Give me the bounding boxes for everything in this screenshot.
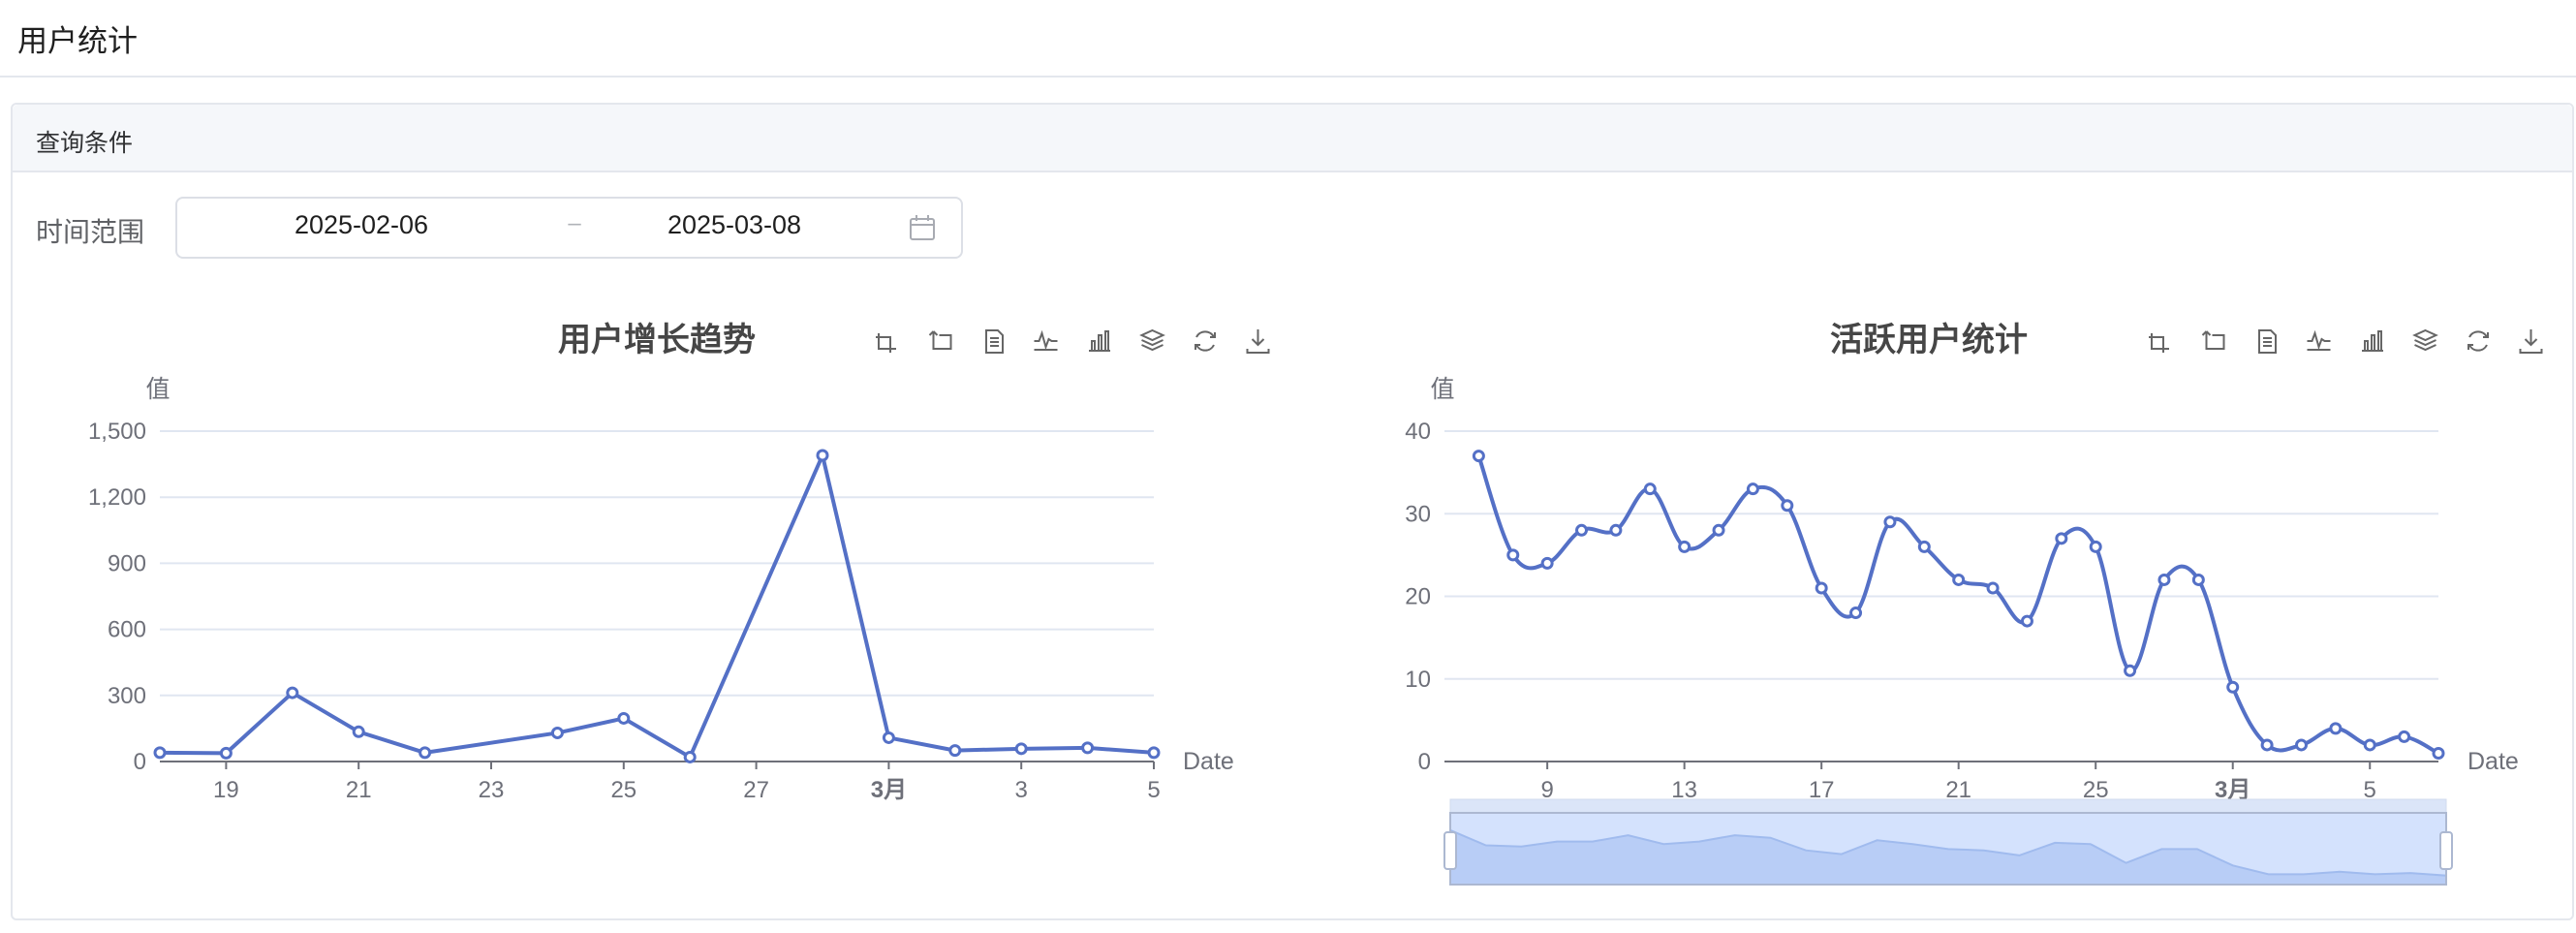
- datazoom-selection: [1449, 812, 2447, 886]
- data-point[interactable]: [1540, 556, 1554, 570]
- y-tick-label: 1,500: [88, 419, 146, 445]
- toolbar-stack-icon[interactable]: [1135, 324, 1170, 358]
- data-point[interactable]: [219, 746, 233, 760]
- x-axis-name: Date: [2467, 748, 2519, 775]
- data-point[interactable]: [2055, 532, 2068, 545]
- data-point[interactable]: [1643, 482, 1657, 496]
- page-title: 用户统计: [17, 24, 138, 58]
- datazoom-handle-right[interactable]: [2439, 831, 2453, 870]
- data-point[interactable]: [1472, 450, 1485, 463]
- x-tick-label: 23: [479, 777, 505, 803]
- data-point[interactable]: [2398, 730, 2411, 743]
- data-point[interactable]: [1678, 540, 1691, 553]
- data-point[interactable]: [683, 750, 697, 763]
- data-point[interactable]: [2089, 540, 2102, 553]
- toolbar-line-switch-icon[interactable]: [2303, 324, 2338, 358]
- data-point[interactable]: [153, 746, 167, 760]
- series-line: [159, 453, 1155, 760]
- x-axis-name: Date: [1183, 748, 1234, 775]
- y-axis-name: 值: [1430, 376, 1454, 403]
- x-tick-label: 3: [1015, 777, 1028, 803]
- toolbar-zoom-icon[interactable]: [871, 324, 906, 358]
- data-point[interactable]: [286, 686, 299, 700]
- data-point[interactable]: [617, 711, 631, 725]
- y-tick-label: 300: [108, 683, 146, 709]
- chart-title: 活跃用户统计: [1830, 322, 2028, 358]
- data-point[interactable]: [419, 746, 432, 760]
- x-tick-label: 3月: [871, 777, 907, 803]
- data-point[interactable]: [1609, 523, 1623, 537]
- data-point[interactable]: [1986, 581, 2000, 595]
- data-point[interactable]: [1081, 741, 1095, 755]
- toolbar-restore-icon[interactable]: [1188, 324, 1223, 358]
- data-point[interactable]: [1575, 523, 1589, 537]
- data-point[interactable]: [1147, 746, 1161, 760]
- data-point[interactable]: [1815, 581, 1828, 595]
- data-point[interactable]: [1506, 548, 1520, 562]
- active-users-chart: 活跃用户统计值Date0102030409 13 17 21 25 3月 5: [1405, 322, 2549, 886]
- toolbar-data-view-icon[interactable]: [977, 324, 1011, 358]
- toolbar-download-icon[interactable]: [1241, 324, 1276, 358]
- toolbar-data-view-icon[interactable]: [2250, 324, 2284, 358]
- y-tick-label: 0: [134, 749, 146, 775]
- y-tick-label: 0: [1418, 749, 1431, 775]
- x-tick-label: 25: [610, 777, 636, 803]
- y-tick-label: 40: [1405, 419, 1431, 445]
- data-point[interactable]: [2226, 680, 2240, 694]
- y-tick-label: 30: [1405, 501, 1431, 527]
- y-tick-label: 10: [1405, 667, 1431, 693]
- data-point[interactable]: [550, 726, 564, 739]
- toolbar-zoom-icon[interactable]: [2144, 324, 2179, 358]
- data-point[interactable]: [1746, 482, 1759, 496]
- data-point[interactable]: [2191, 573, 2205, 586]
- chart-title: 用户增长趋势: [558, 322, 756, 358]
- user-growth-chart: 用户增长趋势值 Date 0 300 600 900 1,200 1,500 19 21 23 25 2…: [88, 322, 1276, 803]
- data-point[interactable]: [1849, 606, 1863, 620]
- data-point[interactable]: [2329, 722, 2343, 735]
- x-tick-label: 21: [346, 777, 372, 803]
- toolbar-zoom-reset-icon[interactable]: [924, 324, 959, 358]
- x-tick-label: 5: [1147, 777, 1160, 803]
- data-point[interactable]: [1917, 540, 1931, 553]
- data-point[interactable]: [1712, 523, 1725, 537]
- datazoom-handle-left[interactable]: [1443, 831, 1457, 870]
- data-point[interactable]: [2020, 614, 2033, 628]
- toolbar-stack-icon[interactable]: [2408, 324, 2443, 358]
- data-point[interactable]: [1952, 573, 1966, 586]
- data-point[interactable]: [2363, 738, 2376, 752]
- y-tick-label: 20: [1405, 584, 1431, 610]
- data-point[interactable]: [1781, 499, 1794, 513]
- x-tick-label: 19: [213, 777, 239, 803]
- query-card: 查询条件 时间范围 2025-02-06 – 2025-03-08 用户增长趋势…: [11, 103, 2574, 920]
- data-point[interactable]: [2432, 746, 2445, 760]
- data-point[interactable]: [2157, 573, 2171, 586]
- data-point[interactable]: [948, 744, 962, 758]
- toolbar-restore-icon[interactable]: [2461, 324, 2496, 358]
- data-point[interactable]: [1883, 515, 1897, 529]
- y-axis-name: 值: [145, 376, 170, 403]
- toolbar-line-switch-icon[interactable]: [1030, 324, 1065, 358]
- data-point[interactable]: [2260, 738, 2274, 752]
- data-point[interactable]: [816, 449, 829, 462]
- toolbar-bar-switch-icon[interactable]: [1082, 324, 1117, 358]
- toolbar-download-icon[interactable]: [2514, 324, 2549, 358]
- y-tick-label: 900: [108, 550, 146, 576]
- data-point[interactable]: [352, 725, 365, 738]
- data-point[interactable]: [1014, 742, 1028, 756]
- x-tick-label: 27: [743, 777, 769, 803]
- data-point[interactable]: [2124, 664, 2137, 677]
- toolbar-zoom-reset-icon[interactable]: [2197, 324, 2232, 358]
- y-tick-label: 1,200: [88, 484, 146, 511]
- series-line: [1476, 454, 2439, 756]
- page-header: 用户统计: [0, 0, 2576, 78]
- data-point[interactable]: [2294, 738, 2308, 752]
- datazoom-move-handle[interactable]: [1449, 798, 2447, 814]
- data-point[interactable]: [882, 731, 895, 744]
- toolbar-bar-switch-icon[interactable]: [2355, 324, 2390, 358]
- y-tick-label: 600: [108, 617, 146, 643]
